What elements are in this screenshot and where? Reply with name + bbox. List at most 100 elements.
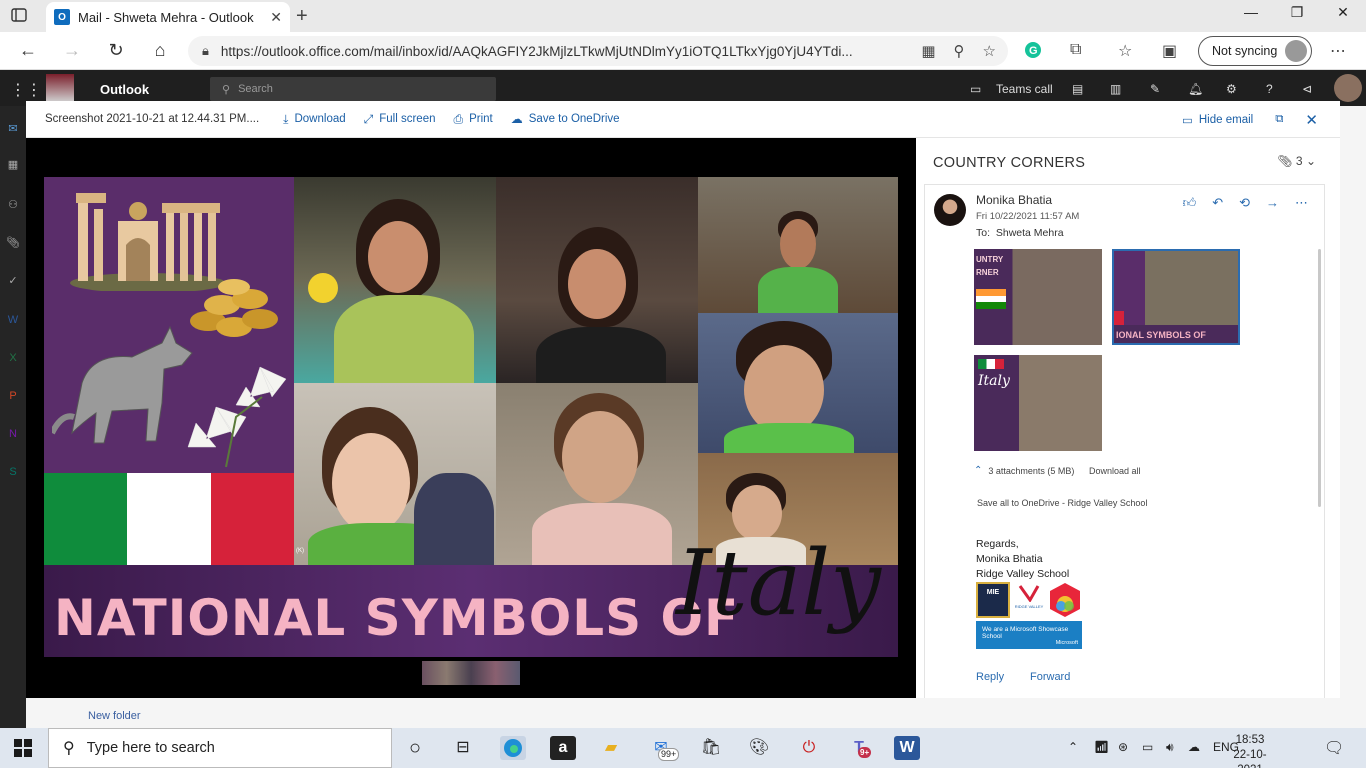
powerpoint-icon[interactable]: P	[6, 390, 20, 402]
download-all-link[interactable]: Download all	[1089, 466, 1141, 476]
show-hidden-icons-icon[interactable]: ⌃	[1068, 740, 1078, 754]
sway-icon[interactable]: S	[6, 466, 20, 478]
attachments-summary[interactable]: ⌃ 3 attachments (5 MB)	[974, 465, 1074, 476]
extensions-icon[interactable]: ⧉	[1070, 41, 1081, 59]
cloud-upload-icon: ☁	[510, 112, 523, 126]
taskbar-search-input[interactable]: ⚲ Type here to search	[48, 728, 392, 768]
mail-app-icon[interactable]: ✉ 99+	[648, 736, 680, 761]
symbols-panel	[44, 177, 294, 473]
print-button[interactable]: ⎙ Print	[454, 112, 493, 127]
attachment-thumbnail-3[interactable]: Italy	[974, 355, 1102, 451]
system-clock[interactable]: 18:53 22-10-2021	[1222, 733, 1278, 768]
my-day-icon[interactable]: ▤	[1072, 82, 1083, 96]
battery-icon[interactable]: ▭	[1142, 740, 1153, 754]
back-arrow-icon[interactable]: ←	[16, 40, 40, 61]
like-icon[interactable]: 👍︎	[1183, 195, 1197, 211]
todo-icon[interactable]: ✓	[6, 274, 20, 287]
maximize-button[interactable]: ❐	[1274, 4, 1320, 21]
start-button[interactable]	[14, 739, 32, 757]
location-icon[interactable]: ⊛	[1118, 740, 1128, 754]
grammarly-extension-icon[interactable]: G	[1024, 41, 1042, 64]
calendar-icon[interactable]: ▦	[6, 158, 20, 171]
onenote-icon[interactable]: N	[6, 428, 20, 440]
forward-link[interactable]: Forward	[1030, 671, 1070, 683]
edge-icon[interactable]	[500, 736, 526, 760]
forward-icon[interactable]: →	[1266, 195, 1279, 211]
attachment-count[interactable]: 📎︎ 3 ⌄	[1277, 154, 1316, 168]
teams-call-button[interactable]: Teams call	[996, 82, 1053, 96]
new-tab-button[interactable]: +	[296, 5, 308, 28]
attachment-thumbnail-1[interactable]: UNTRY RNER	[974, 249, 1102, 345]
people-icon[interactable]: ⚇	[6, 198, 20, 211]
reply-icon[interactable]: ↶	[1212, 195, 1223, 211]
save-to-onedrive-button[interactable]: ☁ Save to OneDrive	[511, 112, 620, 126]
help-icon[interactable]: ?	[1266, 82, 1273, 96]
home-icon[interactable]: ⌂	[148, 40, 172, 61]
italy-flag	[44, 473, 294, 565]
close-window-button[interactable]: ✕	[1320, 4, 1366, 21]
notifications-icon[interactable]: 🗨︎	[1324, 738, 1344, 758]
amazon-icon[interactable]: a	[550, 736, 576, 760]
sender-name[interactable]: Monika Bhatia	[976, 193, 1052, 207]
teams-icon[interactable]: T 9+	[846, 736, 872, 760]
compose-icon[interactable]: ✎	[1150, 82, 1160, 96]
attachment-thumbnail-2[interactable]: IONAL SYMBOLS OF	[1112, 249, 1240, 345]
forward-arrow-icon[interactable]: →	[60, 40, 84, 61]
scrollbar[interactable]	[1318, 249, 1321, 507]
close-tab-icon[interactable]: ✕	[270, 9, 282, 26]
add-favorite-icon[interactable]: ☆	[983, 42, 996, 60]
app-available-icon[interactable]: ▦	[921, 42, 935, 60]
favorites-icon[interactable]: ☆	[1118, 41, 1132, 61]
hide-email-button[interactable]: ▭ Hide email	[1182, 113, 1253, 127]
power-app-icon[interactable]: ⏻	[796, 736, 822, 760]
expand-icon: ⤢	[363, 111, 374, 126]
attachment-icon[interactable]: 📎︎	[6, 236, 20, 249]
reply-link[interactable]: Reply	[976, 671, 1004, 683]
save-all-onedrive-link[interactable]: Save all to OneDrive - Ridge Valley Scho…	[977, 498, 1147, 508]
zoom-icon[interactable]: ⚲	[954, 42, 965, 60]
mail-icon[interactable]: ✉	[6, 122, 20, 135]
new-folder-link[interactable]: New folder	[88, 710, 141, 722]
roman-ruins-illustration	[70, 193, 226, 291]
email-reading-pane: COUNTRY CORNERS 📎︎ 3 ⌄ Monika Bhatia Fri…	[916, 138, 1340, 698]
close-viewer-icon[interactable]: ✕	[1305, 111, 1318, 129]
reply-all-icon[interactable]: ⟲	[1239, 195, 1250, 211]
cortana-icon[interactable]: ○	[402, 736, 428, 760]
excel-icon[interactable]: X	[6, 352, 20, 364]
gear-icon[interactable]: ⚙	[1226, 82, 1237, 96]
tab-actions-icon[interactable]	[10, 6, 30, 26]
minimize-button[interactable]: —	[1228, 4, 1274, 20]
video-icon[interactable]: ▭	[970, 82, 981, 96]
word-icon[interactable]: W	[6, 314, 20, 326]
tile-label: (K)	[296, 548, 304, 554]
more-options-icon[interactable]: ⋯	[1330, 41, 1346, 61]
mail-search-input[interactable]: ⚲ Search	[210, 77, 496, 101]
pop-out-icon[interactable]: ⧉	[1275, 113, 1283, 126]
image-thumbnail-strip[interactable]	[422, 661, 520, 685]
profile-sync-button[interactable]: Not syncing	[1198, 36, 1312, 66]
onedrive-icon[interactable]: ☁	[1188, 740, 1200, 754]
refresh-icon[interactable]: ↻	[104, 40, 128, 61]
address-bar[interactable]: 🔒︎ https://outlook.office.com/mail/inbox…	[188, 36, 1008, 66]
feedback-icon[interactable]: ⊲	[1302, 82, 1312, 96]
lock-icon[interactable]: 🔒︎	[202, 43, 209, 59]
store-icon[interactable]: 🛍︎	[698, 736, 724, 760]
file-explorer-icon[interactable]: ▰	[598, 736, 624, 760]
volume-icon[interactable]: 🔊︎	[1166, 740, 1174, 755]
download-icon: ⤓	[283, 111, 289, 126]
full-screen-button[interactable]: ⤢ Full screen	[364, 112, 436, 127]
user-avatar[interactable]	[1334, 74, 1362, 102]
more-actions-icon[interactable]: ⋯	[1295, 195, 1308, 211]
download-button[interactable]: ⤓ Download	[283, 112, 345, 127]
paint-icon[interactable]: 🎨︎	[746, 736, 772, 760]
office-icon[interactable]: ▥	[1110, 82, 1121, 96]
signature-school: Ridge Valley School	[976, 568, 1070, 580]
network-icon[interactable]: 📶︎	[1094, 740, 1109, 754]
collections-icon[interactable]: ▣	[1162, 41, 1177, 61]
sender-avatar[interactable]	[934, 194, 966, 226]
task-view-icon[interactable]: ⊟	[450, 736, 476, 760]
browser-tab-outlook[interactable]: O Mail - Shweta Mehra - Outlook ✕	[46, 2, 290, 32]
word-app-icon[interactable]: W	[894, 736, 920, 760]
bell-icon[interactable]: 🔔︎	[1188, 82, 1203, 96]
flag-stripe-green	[44, 473, 128, 565]
